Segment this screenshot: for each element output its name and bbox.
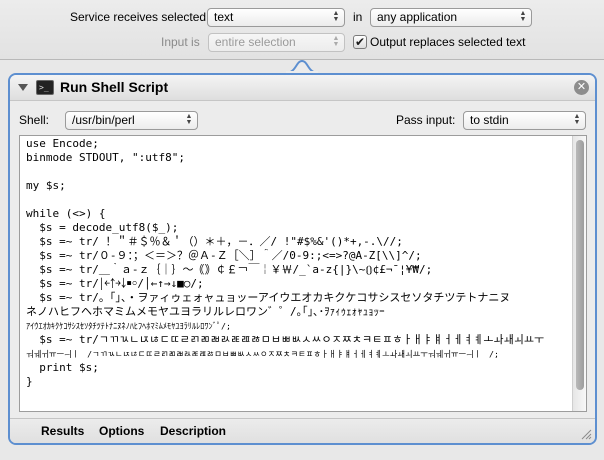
script-line: my $s; bbox=[26, 179, 66, 192]
service-bar: Service receives selected text ▲ ▼ in any… bbox=[0, 0, 604, 60]
action-header: >_ Run Shell Script ✕ bbox=[10, 75, 595, 101]
script-line: } bbox=[26, 375, 33, 388]
script-line: ㅝㅞㅟㅠㅡㅢㅣㅤ/ﾡﾢﾣﾤﾥﾦﾧﾨﾩﾪﾫﾬﾭﾮﾯﾰﾱﾲﾳﾴﾵﾶﾷﾸﾹﾺﾻﾼﾽﾾￂ… bbox=[26, 349, 499, 359]
input-is-label: Input is bbox=[161, 35, 200, 49]
script-line: $s =~ tr/０-９：；＜＝＞？＠Ａ-Ｚ［＼］＾／/0-9:;<=>?@A-… bbox=[26, 249, 422, 262]
pass-input-value: to stdin bbox=[470, 113, 509, 127]
script-line: $s =~ tr/ㄱㄲㄳㄴㄵㄶㄷㄸㄹㄺㄻㄼㄽㄾㄿㅀㅁㅂㅃㅄㅅㅆㅇㅈㅉㅊㅋㅌㅍㅎㅏ… bbox=[26, 333, 545, 346]
input-type-popup[interactable]: text ▲ ▼ bbox=[207, 8, 345, 27]
tab-results[interactable]: Results bbox=[41, 424, 84, 438]
action-title: Run Shell Script bbox=[60, 79, 169, 95]
shell-popup[interactable]: /usr/bin/perl ▲ ▼ bbox=[65, 111, 198, 130]
script-line: $s =~ tr/。「」、・ヲァィゥェォャュョッーアイウエオカキクケコサシスセソ… bbox=[26, 291, 511, 304]
script-line: $s =~ tr/￨￩￪￫￬￭￮/│←↑→↓■○/; bbox=[26, 277, 204, 290]
script-line bbox=[26, 165, 574, 179]
script-line: binmode STDOUT, ":utf8"; bbox=[26, 151, 185, 164]
shell-label: Shell: bbox=[19, 113, 50, 127]
application-popup[interactable]: any application ▲ ▼ bbox=[370, 8, 532, 27]
terminal-icon: >_ bbox=[36, 80, 54, 95]
scrollbar-thumb[interactable] bbox=[576, 140, 584, 390]
script-line: print $s; bbox=[26, 361, 99, 374]
script-line: $s =~ tr/ ！＂＃＄％＆＇（）＊＋，－．／/ !"#$%&'()*+,-… bbox=[26, 235, 403, 248]
tab-description[interactable]: Description bbox=[160, 424, 226, 438]
popup-arrows-icon: ▲ ▼ bbox=[332, 35, 340, 48]
disclosure-triangle-icon[interactable] bbox=[18, 84, 28, 91]
popup-arrows-icon: ▲ ▼ bbox=[519, 10, 527, 23]
script-line: $s = decode_utf8($_); bbox=[26, 221, 179, 234]
vertical-scrollbar[interactable] bbox=[572, 136, 586, 411]
script-line bbox=[26, 193, 574, 207]
script-editor[interactable]: use Encode; binmode STDOUT, ":utf8"; my $s… bbox=[19, 135, 587, 412]
script-line: ネノハヒフヘホマミムメモヤユヨラリルレロワン゛゜/｡｢｣､･ｦｧｨｩｪｫｬｭｮｯ… bbox=[26, 305, 385, 318]
pass-input-label: Pass input: bbox=[396, 113, 456, 127]
resize-grip-icon[interactable] bbox=[581, 429, 592, 440]
popup-arrows-icon: ▲ ▼ bbox=[332, 10, 340, 23]
popup-arrows-icon: ▲ ▼ bbox=[185, 113, 193, 126]
action-footer-tabs: Results Options Description bbox=[10, 418, 595, 443]
output-replaces-label: Output replaces selected text bbox=[370, 35, 526, 49]
close-icon[interactable]: ✕ bbox=[574, 80, 589, 95]
output-replaces-checkbox[interactable]: ✔ bbox=[353, 35, 367, 49]
popup-arrows-icon: ▲ ▼ bbox=[573, 113, 581, 126]
input-is-value: entire selection bbox=[215, 35, 296, 49]
application-value: any application bbox=[377, 10, 458, 24]
tab-options[interactable]: Options bbox=[99, 424, 144, 438]
in-label: in bbox=[353, 10, 363, 24]
script-line: ｱｲｳｴｵｶｷｸｹｺｻｼｽｾｿﾀﾁﾂﾃﾄﾅﾆﾇﾈﾉﾊﾋﾌﾍﾎﾏﾐﾑﾒﾓﾔﾕﾖﾗﾘ… bbox=[26, 321, 231, 331]
checkmark-icon: ✔ bbox=[354, 35, 366, 49]
script-line: while (<>) { bbox=[26, 207, 106, 220]
connector-notch bbox=[286, 59, 318, 73]
script-line: use Encode; bbox=[26, 137, 99, 150]
pass-input-popup[interactable]: to stdin ▲ ▼ bbox=[463, 111, 586, 130]
input-is-popup: entire selection ▲ ▼ bbox=[208, 33, 345, 52]
service-receives-label: Service receives selected bbox=[70, 10, 207, 24]
run-shell-script-action: >_ Run Shell Script ✕ Shell: /usr/bin/pe… bbox=[8, 73, 597, 445]
script-line: $s =~ tr/＿｀ａ-ｚ｛｜｝～｟｠￠￡￢￣￤￥￦/_`a-z{|}\~⦅⦆… bbox=[26, 263, 433, 276]
shell-value: /usr/bin/perl bbox=[72, 113, 135, 127]
script-text[interactable]: use Encode; binmode STDOUT, ":utf8"; my $s… bbox=[26, 137, 574, 389]
input-type-value: text bbox=[214, 10, 234, 24]
